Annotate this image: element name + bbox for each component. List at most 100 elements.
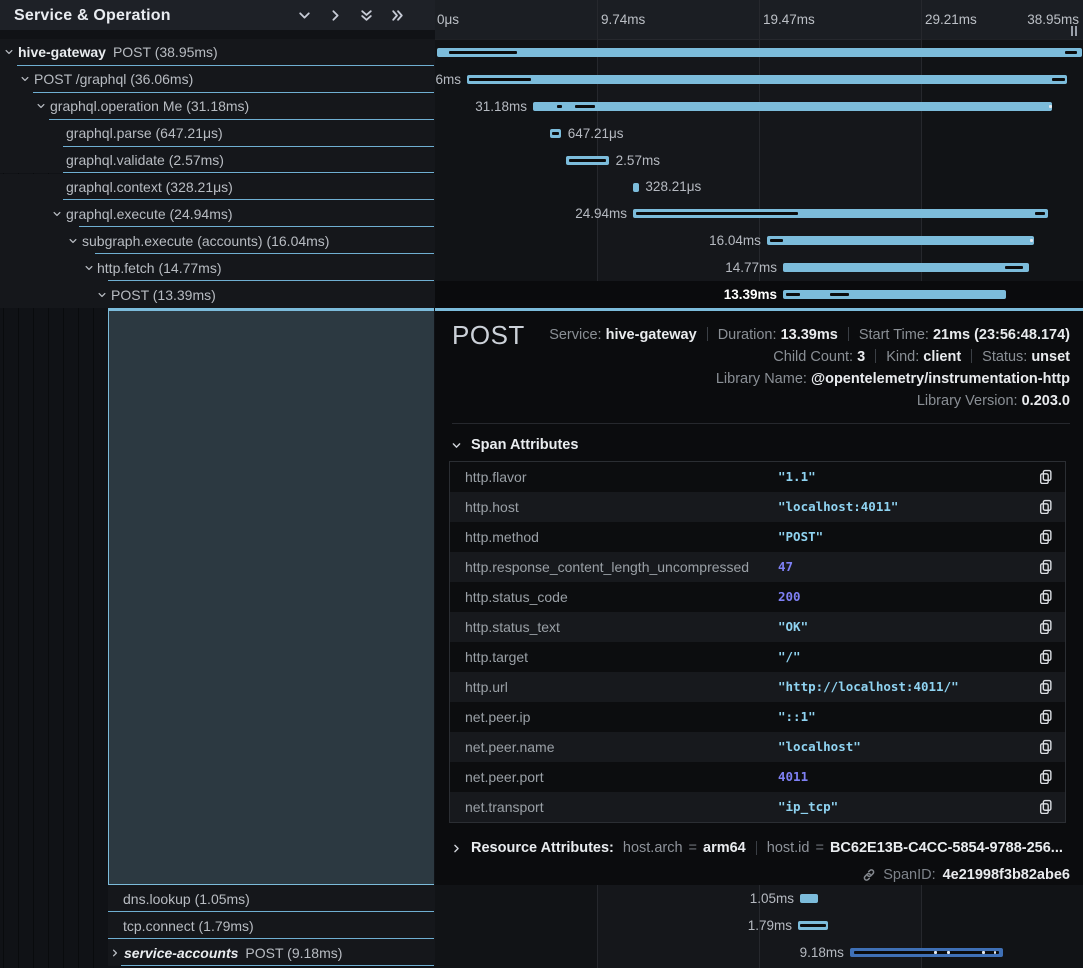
span-tree-row[interactable]: graphql.execute (24.94ms) [0,200,435,227]
span-tree-row[interactable]: hive-gatewayPOST (38.95ms) [0,39,435,66]
copy-icon[interactable] [1038,589,1054,605]
span-duration-bar[interactable] [783,290,1006,299]
collapse-one-level-icon[interactable] [297,8,312,23]
copy-icon[interactable] [1038,619,1054,635]
span-tree-row[interactable]: graphql.validate (2.57ms) [0,147,435,174]
attribute-row: http.host"localhost:4011" [450,492,1065,522]
span-duration-bar[interactable] [798,921,828,930]
attribute-value: "http://localhost:4011/" [778,672,959,702]
span-tree-row[interactable]: graphql.parse (647.21μs) [0,120,435,147]
span-duration-bar[interactable] [437,48,1082,57]
overview-label: Library Version: [917,393,1022,409]
attribute-row: net.peer.name"localhost" [450,732,1065,762]
resource-attributes-title[interactable]: Resource Attributes: [471,840,614,856]
copy-icon[interactable] [1038,649,1054,665]
span-bar-row[interactable]: 13.39ms [435,281,1083,308]
expand-one-level-icon[interactable] [328,8,343,23]
span-tree-label: graphql.execute (24.94ms) [66,200,233,227]
span-bar-row[interactable]: 328.21μs [435,174,1083,201]
resource-attributes-pairs: host.arch=arm64host.id=BC62E13B-C4CC-585… [623,840,1063,856]
span-tree-row[interactable]: subgraph.execute (accounts) (16.04ms) [0,227,435,254]
span-duration-bar[interactable] [800,894,818,903]
header-subbar [0,30,435,39]
attribute-value: "localhost:4011" [778,492,898,522]
span-tree-label: POST /graphql (36.06ms) [34,66,193,93]
span-duration-bar[interactable] [850,948,1003,957]
span-tree-row[interactable]: graphql.context (328.21μs) [0,174,435,201]
attribute-value: "ip_tcp" [778,792,838,822]
child-span-dot [982,951,985,954]
overview-line: Library Version: 0.203.0 [549,390,1070,412]
span-bar-row[interactable]: 2.57ms [435,147,1083,174]
span-duration-bar[interactable] [633,183,639,192]
copy-icon[interactable] [1038,499,1054,515]
span-duration-label: 2.57ms [616,147,660,174]
ruler-tick-label: 29.21ms [925,0,977,39]
copy-icon[interactable] [1038,769,1054,785]
collapse-all-icon[interactable] [359,8,374,23]
span-duration-bar[interactable] [550,129,561,138]
overview-label: Child Count: [773,349,857,365]
span-bar-row[interactable]: 647.21μs [435,120,1083,147]
span-detail-title: POST [452,320,525,351]
copy-icon[interactable] [1038,529,1054,545]
span-bar-row[interactable]: 38.95ms [435,39,1083,66]
attribute-row: http.response_content_length_uncompresse… [450,552,1065,582]
link-icon[interactable] [862,868,876,882]
span-attributes-toggle[interactable]: Span Attributes [451,437,578,453]
panel-resize-grip[interactable] [1071,26,1077,36]
span-tree-row[interactable]: dns.lookup (1.05ms) [108,885,435,912]
child-span-marker [786,293,800,296]
span-bar-row[interactable]: 1.05ms [435,885,1083,912]
expand-all-icon[interactable] [390,8,405,23]
selected-span-row-expander[interactable] [108,308,434,885]
chevron-down-icon[interactable] [97,290,107,300]
span-duration-bar[interactable] [467,75,1067,84]
equals-sign: = [815,840,823,856]
copy-icon[interactable] [1038,469,1054,485]
child-span-marker [854,951,999,954]
service-name: hive-gateway [18,44,106,60]
span-duration-bar[interactable] [566,156,609,165]
span-bar-row[interactable]: 24.94ms [435,200,1083,227]
span-tree-row[interactable]: http.fetch (14.77ms) [0,254,435,281]
chevron-down-icon[interactable] [4,47,14,57]
span-attributes-title: Span Attributes [471,437,578,453]
chevron-right-icon[interactable] [451,843,462,854]
span-tree-row[interactable]: POST /graphql (36.06ms) [0,66,435,93]
child-span-marker [449,51,517,54]
span-bar-row[interactable]: 9.18ms [435,939,1083,966]
span-tree-row[interactable]: graphql.operation Me (31.18ms) [0,93,435,120]
resource-key: host.arch [623,840,683,856]
span-duration-bar[interactable] [533,102,1052,111]
span-bar-row[interactable]: 16.04ms [435,227,1083,254]
span-bar-row[interactable]: 36.06ms [435,66,1083,93]
child-span-marker [636,212,798,215]
chevron-down-icon[interactable] [52,209,62,219]
attribute-row: net.peer.port4011 [450,762,1065,792]
span-duration-bar[interactable] [633,209,1048,218]
copy-icon[interactable] [1038,739,1054,755]
span-bar-row[interactable]: 1.79ms [435,912,1083,939]
chevron-down-icon[interactable] [84,263,94,273]
copy-icon[interactable] [1038,679,1054,695]
chevron-down-icon[interactable] [20,74,30,84]
chevron-right-icon[interactable] [110,948,120,958]
span-duration-label: 328.21μs [645,174,701,201]
span-bar-row[interactable]: 31.18ms [435,93,1083,120]
chevron-down-icon[interactable] [36,101,46,111]
span-duration-bar[interactable] [783,263,1029,272]
span-bar-row[interactable]: 14.77ms [435,254,1083,281]
span-tree-row[interactable]: service-accountsPOST (9.18ms) [108,939,435,966]
span-tree-row[interactable]: POST (13.39ms) [0,281,435,308]
span-tree-label: subgraph.execute (accounts) (16.04ms) [82,227,329,254]
operation-name: POST (9.18ms) [245,945,342,961]
overview-label: Library Name: [716,371,811,387]
copy-icon[interactable] [1038,709,1054,725]
copy-icon[interactable] [1038,799,1054,815]
copy-icon[interactable] [1038,559,1054,575]
ruler-tick-label: 19.47ms [763,0,815,39]
chevron-down-icon[interactable] [68,236,78,246]
span-tree-row[interactable]: tcp.connect (1.79ms) [108,912,435,939]
span-duration-bar[interactable] [767,236,1034,245]
